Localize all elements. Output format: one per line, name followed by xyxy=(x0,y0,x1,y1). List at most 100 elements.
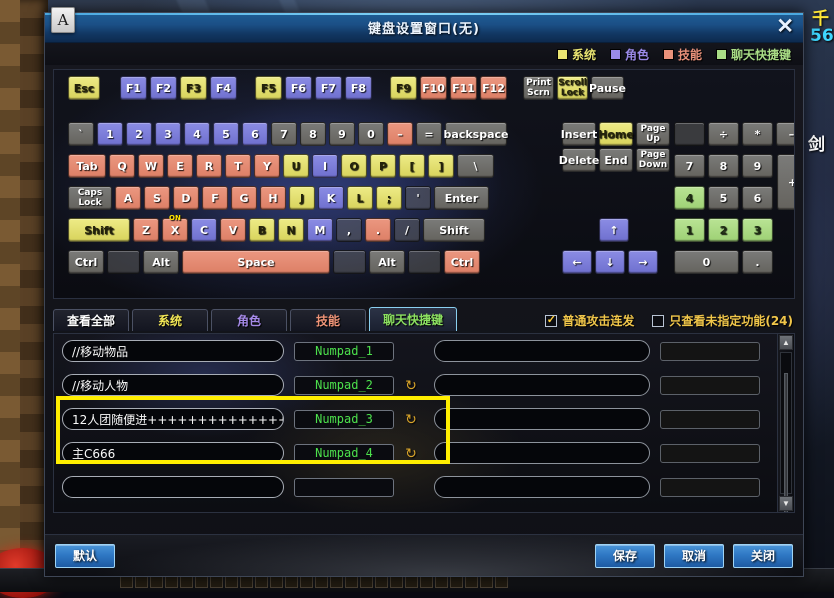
category-tab-bar[interactable]: 查看全部 系统 角色 技能 聊天快捷键 ✓ 普通攻击连发 只查看未指定功能(24) xyxy=(53,305,795,331)
key-esc[interactable]: Esc xyxy=(68,76,100,100)
key-2[interactable]: 2 xyxy=(126,122,152,146)
window-title-bar[interactable]: A 键盘设置窗口(无) ✕ xyxy=(45,7,803,43)
key-blank[interactable]: . xyxy=(742,250,773,274)
table-row[interactable] xyxy=(54,470,776,504)
key-blank[interactable]: + xyxy=(777,154,794,210)
checkbox-1[interactable]: 只查看未指定功能(24) xyxy=(652,312,793,329)
key-h[interactable]: H xyxy=(260,186,286,210)
key-binding-field-right[interactable] xyxy=(660,443,760,463)
binding-rows-container[interactable]: //移动物品 Numpad_1//移动人物 Numpad_2 ↻ 12人团随便进++++… xyxy=(54,334,776,504)
key-9[interactable]: 9 xyxy=(742,154,773,178)
key-f4[interactable]: F4 xyxy=(210,76,237,100)
key-0[interactable]: 0 xyxy=(358,122,384,146)
key-o[interactable]: O xyxy=(341,154,367,178)
key-9[interactable]: 9 xyxy=(329,122,355,146)
key-4[interactable]: 4 xyxy=(674,186,705,210)
reset-binding-icon[interactable]: ↻ xyxy=(402,376,420,394)
key-blank[interactable]: ← xyxy=(562,250,592,274)
key-f9[interactable]: F9 xyxy=(390,76,417,100)
option-checkbox-group[interactable]: ✓ 普通攻击连发 只查看未指定功能(24) xyxy=(545,312,793,329)
key-page-up[interactable]: Page Up xyxy=(636,122,670,146)
key-delete[interactable]: Delete xyxy=(559,148,599,172)
key-p[interactable]: P xyxy=(370,154,396,178)
key-m[interactable]: M xyxy=(307,218,333,242)
key-f12[interactable]: F12 xyxy=(480,76,507,100)
key-f10[interactable]: F10 xyxy=(420,76,447,100)
key-x[interactable]: X ON xyxy=(162,214,188,242)
key-scroll-lock[interactable]: Scroll Lock xyxy=(557,76,588,100)
key-t[interactable]: T xyxy=(225,154,251,178)
key-blank[interactable]: – xyxy=(776,122,794,146)
key-alt[interactable]: Alt xyxy=(369,250,405,274)
key-blank[interactable]: * xyxy=(742,122,773,146)
key-page-down[interactable]: Page Down xyxy=(636,148,670,172)
key-alt[interactable]: Alt xyxy=(143,250,179,274)
key-8[interactable]: 8 xyxy=(300,122,326,146)
key-s[interactable]: S xyxy=(144,186,170,210)
key-blank[interactable]: ↑ xyxy=(599,218,629,242)
key-end[interactable]: End xyxy=(599,148,633,172)
key-5[interactable]: 5 xyxy=(708,186,739,210)
key-1[interactable]: 1 xyxy=(674,218,705,242)
command-input-right[interactable] xyxy=(434,374,650,396)
key-3[interactable]: 3 xyxy=(155,122,181,146)
key-7[interactable]: 7 xyxy=(674,154,705,178)
key-space[interactable]: Space xyxy=(182,250,330,274)
key-blank[interactable]: ÷ xyxy=(708,122,739,146)
key-blank[interactable]: ] xyxy=(428,154,454,178)
key-home[interactable]: Home xyxy=(598,122,634,146)
scrollbar-thumb[interactable] xyxy=(784,373,788,512)
key-blank[interactable]: → xyxy=(628,250,658,274)
scroll-up-button[interactable]: ▲ xyxy=(779,335,793,350)
key-blank[interactable]: ` xyxy=(68,122,94,146)
scrollbar-track[interactable] xyxy=(780,352,792,512)
reset-binding-icon[interactable] xyxy=(402,478,420,496)
command-input[interactable]: 12人团随便进++++++++++++++ xyxy=(62,408,284,430)
key-insert[interactable]: Insert xyxy=(561,122,597,146)
tab-0[interactable]: 查看全部 xyxy=(53,309,130,331)
key-8[interactable]: 8 xyxy=(708,154,739,178)
command-input-right[interactable] xyxy=(434,476,650,498)
command-input-right[interactable] xyxy=(434,340,650,362)
key-f1[interactable]: F1 xyxy=(120,76,147,100)
close-icon[interactable]: ✕ xyxy=(776,16,794,38)
reset-binding-icon[interactable]: ↻ xyxy=(402,444,420,462)
key-f8[interactable]: F8 xyxy=(345,76,372,100)
key-u[interactable]: U xyxy=(283,154,309,178)
command-input[interactable]: //移动物品 xyxy=(62,340,284,362)
key-binding-field-right[interactable] xyxy=(660,341,760,361)
key-ctrl[interactable]: Ctrl xyxy=(444,250,480,274)
key-blank[interactable]: ↓ xyxy=(595,250,625,274)
key-e[interactable]: E xyxy=(167,154,193,178)
close-button[interactable]: 关闭 xyxy=(733,543,793,568)
binding-list-panel[interactable]: //移动物品 Numpad_1//移动人物 Numpad_2 ↻ 12人团随便进++++… xyxy=(53,333,795,513)
key-5[interactable]: 5 xyxy=(213,122,239,146)
key-binding-field[interactable] xyxy=(294,477,394,497)
key-k[interactable]: K xyxy=(318,186,344,210)
scroll-down-button[interactable]: ▼ xyxy=(779,496,793,511)
key-l[interactable]: L xyxy=(347,186,373,210)
key-f7[interactable]: F7 xyxy=(315,76,342,100)
checkbox-box[interactable]: ✓ xyxy=(545,314,558,327)
key-enter[interactable]: Enter xyxy=(434,186,489,210)
key-blank[interactable]: . xyxy=(365,218,391,242)
key-binding-field[interactable]: Numpad_4 xyxy=(294,443,394,463)
key-q[interactable]: Q xyxy=(109,154,135,178)
tab-3[interactable]: 技能 xyxy=(290,309,367,331)
key-blank[interactable]: \ xyxy=(457,154,494,178)
table-row[interactable]: //移动人物 Numpad_2 ↻ xyxy=(54,368,776,402)
cancel-button[interactable]: 取消 xyxy=(664,543,724,568)
key-z[interactable]: Z xyxy=(133,218,159,242)
key-b[interactable]: B xyxy=(249,218,275,242)
key-pause[interactable]: Pause xyxy=(589,76,626,100)
checkbox-box[interactable] xyxy=(652,314,665,327)
key-binding-field[interactable]: Numpad_3 xyxy=(294,409,394,429)
command-input-right[interactable] xyxy=(434,442,650,464)
key-ctrl[interactable]: Ctrl xyxy=(68,250,104,274)
checkbox-0[interactable]: ✓ 普通攻击连发 xyxy=(545,312,634,329)
key-caps-lock[interactable]: Caps Lock xyxy=(68,186,112,210)
key-6[interactable]: 6 xyxy=(242,122,268,146)
key-c[interactable]: C xyxy=(191,218,217,242)
command-input-right[interactable] xyxy=(434,408,650,430)
key-w[interactable]: W xyxy=(138,154,164,178)
